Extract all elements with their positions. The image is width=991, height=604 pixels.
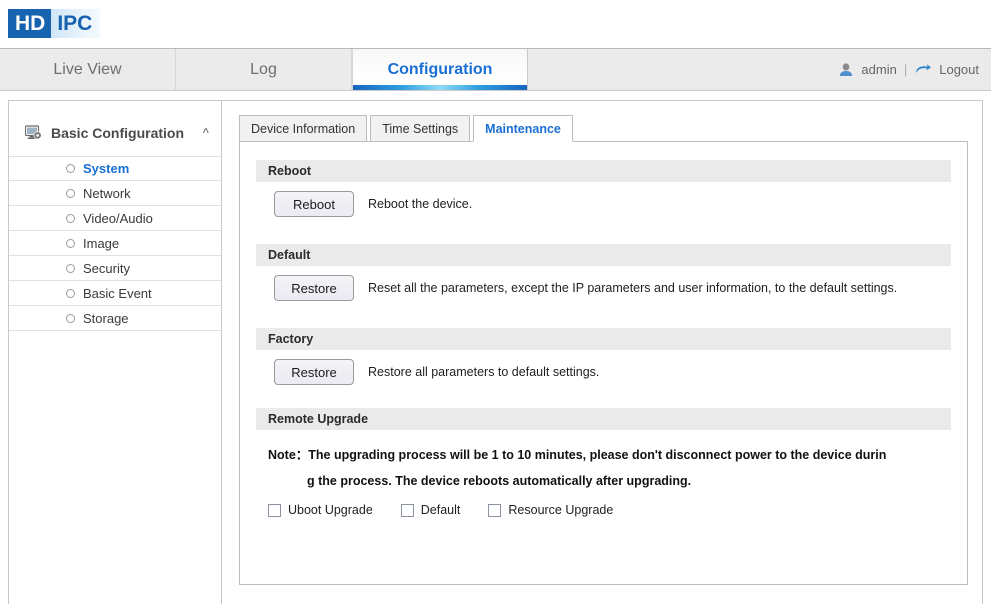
- sidebar-item-storage[interactable]: Storage: [9, 306, 221, 331]
- upgrade-note: Note：The upgrading process will be 1 to …: [256, 430, 951, 494]
- logout-arrow-icon[interactable]: [914, 63, 932, 77]
- main-navigation-bar: Live View Log Configuration admin | Logo…: [0, 48, 991, 91]
- bullet-icon: [66, 189, 75, 198]
- sidebar-item-network[interactable]: Network: [9, 181, 221, 206]
- factory-restore-button[interactable]: Restore: [274, 359, 354, 385]
- logo-hd-text: HD: [8, 9, 51, 38]
- checkbox-resource-upgrade[interactable]: Resource Upgrade: [488, 503, 613, 517]
- tab-live-view[interactable]: Live View: [0, 49, 176, 90]
- sidebar-item-video-audio[interactable]: Video/Audio: [9, 206, 221, 231]
- logout-label[interactable]: Logout: [939, 62, 979, 77]
- sidebar-item-label: Security: [83, 261, 130, 276]
- section-title: Default: [268, 248, 310, 262]
- note-line-2: g the process. The device reboots automa…: [268, 468, 951, 494]
- sidebar-item-basic-event[interactable]: Basic Event: [9, 281, 221, 306]
- checkbox-box-icon[interactable]: [268, 504, 281, 517]
- tab-maintenance-label: Maintenance: [485, 122, 561, 136]
- note-label: Note：: [268, 448, 308, 462]
- sidebar-item-label: Image: [83, 236, 119, 251]
- logo-ipc-text: IPC: [51, 9, 100, 38]
- checkbox-default[interactable]: Default: [401, 503, 461, 517]
- page-body: Basic Configuration ^ System Network Vid…: [8, 100, 983, 604]
- tab-time-settings-label: Time Settings: [382, 122, 458, 136]
- factory-description: Restore all parameters to default settin…: [368, 365, 599, 379]
- bullet-icon: [66, 289, 75, 298]
- checkbox-label: Default: [421, 503, 461, 517]
- section-header-remote-upgrade: Remote Upgrade: [256, 408, 951, 430]
- section-header-default: Default: [256, 244, 951, 266]
- sidebar-item-image[interactable]: Image: [9, 231, 221, 256]
- checkbox-label: Uboot Upgrade: [288, 503, 373, 517]
- checkbox-box-icon[interactable]: [488, 504, 501, 517]
- sidebar-group-label: Basic Configuration: [51, 125, 184, 141]
- chevron-up-icon[interactable]: ^: [203, 128, 209, 139]
- default-row: Restore Reset all the parameters, except…: [256, 266, 951, 301]
- section-header-factory: Factory: [256, 328, 951, 350]
- spacer: [256, 385, 951, 408]
- checkbox-box-icon[interactable]: [401, 504, 414, 517]
- bullet-icon: [66, 239, 75, 248]
- sidebar-item-label: Basic Event: [83, 286, 152, 301]
- tab-configuration-label: Configuration: [388, 61, 493, 79]
- section-title: Factory: [268, 332, 313, 346]
- spacer: [256, 217, 951, 244]
- section-header-reboot: Reboot: [256, 160, 951, 182]
- sidebar-item-label: System: [83, 161, 129, 176]
- tab-time-settings[interactable]: Time Settings: [370, 115, 470, 142]
- content-area: Device Information Time Settings Mainten…: [222, 101, 982, 604]
- factory-row: Restore Restore all parameters to defaul…: [256, 350, 951, 385]
- sidebar-item-label: Video/Audio: [83, 211, 153, 226]
- sidebar: Basic Configuration ^ System Network Vid…: [9, 101, 222, 604]
- sidebar-item-label: Storage: [83, 311, 129, 326]
- default-description: Reset all the parameters, except the IP …: [368, 281, 897, 295]
- reboot-row: Reboot Reboot the device.: [256, 182, 951, 217]
- upgrade-options: Uboot Upgrade Default Resource Upgrade: [256, 494, 951, 517]
- section-title: Reboot: [268, 164, 311, 178]
- section-title: Remote Upgrade: [268, 412, 368, 426]
- sidebar-item-label: Network: [83, 186, 131, 201]
- monitor-gear-icon: [25, 125, 43, 141]
- bullet-icon: [66, 314, 75, 323]
- sidebar-item-security[interactable]: Security: [9, 256, 221, 281]
- bullet-icon: [66, 264, 75, 273]
- content-tab-bar: Device Information Time Settings Mainten…: [239, 115, 968, 142]
- sidebar-menu-list: System Network Video/Audio Image Securit…: [9, 156, 221, 331]
- account-area: admin | Logout: [838, 49, 991, 90]
- bullet-icon: [66, 214, 75, 223]
- reboot-button[interactable]: Reboot: [274, 191, 354, 217]
- checkbox-uboot-upgrade[interactable]: Uboot Upgrade: [268, 503, 373, 517]
- app-logo: HD IPC: [8, 9, 128, 38]
- tab-device-information[interactable]: Device Information: [239, 115, 367, 142]
- note-line-1: The upgrading process will be 1 to 10 mi…: [308, 448, 886, 462]
- nav-separator: |: [904, 62, 907, 77]
- default-restore-button[interactable]: Restore: [274, 275, 354, 301]
- user-icon: [838, 62, 854, 78]
- tab-log-label: Log: [250, 61, 277, 79]
- tab-configuration[interactable]: Configuration: [352, 49, 528, 90]
- spacer: [256, 301, 951, 328]
- bullet-icon: [66, 164, 75, 173]
- sidebar-item-system[interactable]: System: [9, 156, 221, 181]
- tab-log[interactable]: Log: [176, 49, 352, 90]
- sidebar-group-basic-configuration[interactable]: Basic Configuration ^: [9, 120, 221, 146]
- tab-maintenance[interactable]: Maintenance: [473, 115, 573, 142]
- tab-device-information-label: Device Information: [251, 122, 355, 136]
- tab-live-view-label: Live View: [53, 61, 121, 79]
- reboot-description: Reboot the device.: [368, 197, 472, 211]
- username-label: admin: [861, 62, 896, 77]
- checkbox-label: Resource Upgrade: [508, 503, 613, 517]
- maintenance-panel: Reboot Reboot Reboot the device. Default…: [239, 141, 968, 585]
